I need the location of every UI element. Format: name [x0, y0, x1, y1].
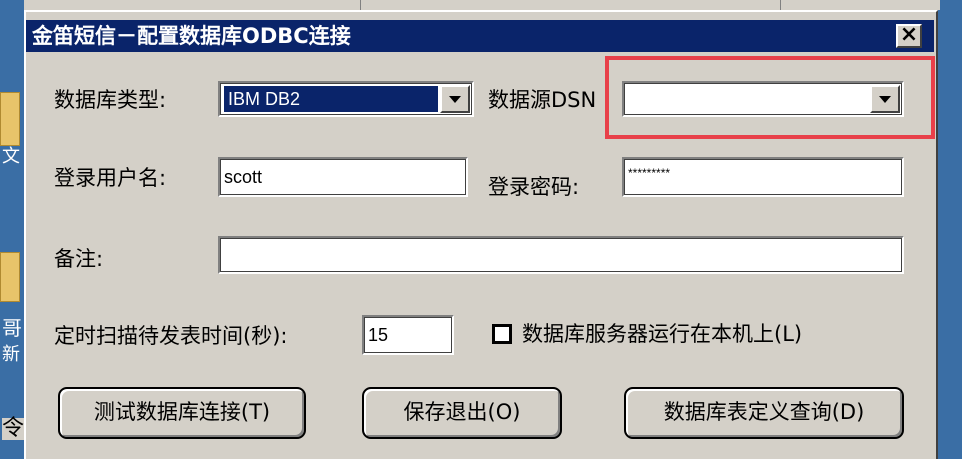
background-window-edge [24, 0, 940, 10]
username-label: 登录用户名: [54, 166, 167, 190]
close-button[interactable]: × [896, 24, 922, 48]
username-field[interactable]: scott [218, 157, 468, 197]
chevron-down-icon[interactable] [440, 85, 470, 113]
local-server-label[interactable]: 数据库服务器运行在本机上(L) [522, 321, 802, 347]
local-server-checkbox[interactable] [492, 324, 512, 344]
desktop-label-char: 哥 [2, 316, 22, 340]
table-definition-query-button[interactable]: 数据库表定义查询(D) [624, 387, 904, 439]
scan-interval-value: 15 [368, 325, 389, 345]
desktop-label-char: 令 [2, 416, 25, 441]
username-value: scott [224, 167, 263, 187]
desktop-label-char: 新 [2, 344, 20, 365]
desktop-left-strip: 文 哥 新 令 [0, 0, 25, 459]
scan-interval-field[interactable]: 15 [362, 315, 454, 355]
dsn-label: 数据源DSN [488, 88, 597, 112]
db-type-label: 数据库类型: [54, 88, 167, 112]
password-value: ********* [628, 166, 671, 180]
password-label: 登录密码: [488, 175, 580, 199]
db-type-value: IBM DB2 [228, 89, 301, 109]
folder-icon[interactable] [0, 252, 20, 302]
scan-interval-label: 定时扫描待发表时间(秒): [54, 324, 288, 348]
remark-label: 备注: [54, 247, 104, 271]
remark-field[interactable] [218, 236, 904, 274]
highlight-box [605, 56, 935, 139]
db-type-selected: IBM DB2 [224, 86, 438, 112]
desktop-label-char: 文 [2, 146, 20, 167]
save-exit-button[interactable]: 保存退出(O) [362, 387, 562, 439]
window-title: 金笛短信－配置数据库ODBC连接 [32, 24, 351, 48]
password-field[interactable]: ********* [622, 157, 904, 197]
folder-icon[interactable] [0, 92, 20, 146]
desktop-right-strip [940, 0, 962, 459]
test-connection-button[interactable]: 测试数据库连接(T) [58, 387, 306, 439]
title-bar[interactable]: 金笛短信－配置数据库ODBC连接 × [26, 20, 934, 52]
db-type-select[interactable]: IBM DB2 [218, 81, 474, 117]
